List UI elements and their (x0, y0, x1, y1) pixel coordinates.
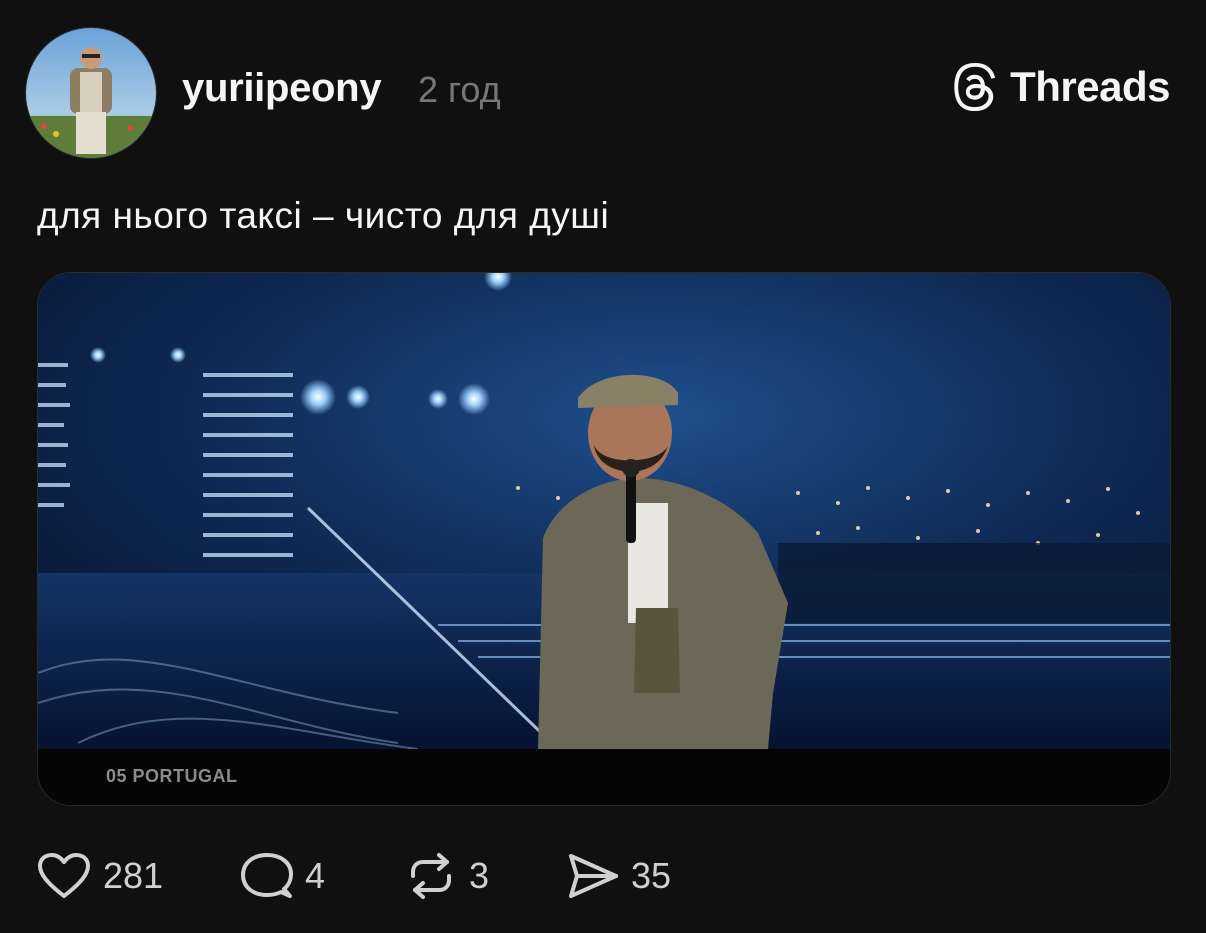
comment-bubble-icon (241, 853, 293, 898)
threads-brand[interactable]: Threads (952, 63, 1170, 111)
video-frame (38, 273, 1170, 805)
avatar-image (26, 28, 156, 158)
threads-logo-icon (954, 63, 996, 111)
send-icon (569, 854, 618, 898)
brand-name: Threads (1010, 63, 1170, 110)
video-caption: 05 PORTUGAL (106, 766, 238, 786)
comment-count: 4 (305, 855, 326, 896)
like-count: 281 (103, 855, 164, 896)
comment-button[interactable]: 4 (241, 852, 405, 900)
share-count: 35 (631, 855, 672, 896)
share-button[interactable]: 35 (567, 852, 671, 900)
repost-icon (411, 853, 451, 899)
post-text: для нього таксі – чисто для душі (37, 195, 610, 236)
repost-count: 3 (469, 855, 490, 896)
action-bar: 281 4 3 35 (37, 848, 671, 904)
repost-button[interactable]: 3 (405, 852, 567, 900)
heart-icon (38, 853, 90, 898)
like-button[interactable]: 281 (37, 852, 241, 900)
post-video[interactable]: 05 PORTUGAL (37, 272, 1171, 806)
post-time: 2 год (418, 69, 501, 110)
username[interactable]: yuriipeony (182, 66, 382, 111)
avatar[interactable] (25, 27, 157, 159)
